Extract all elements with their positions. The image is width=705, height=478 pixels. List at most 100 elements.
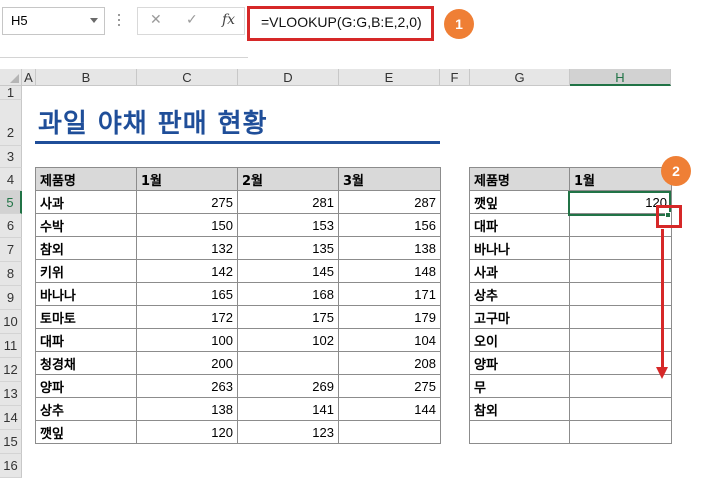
cancel-icon[interactable]: ✕ bbox=[150, 12, 162, 28]
row-header-3[interactable]: 3 bbox=[0, 146, 22, 168]
product-cell[interactable]: 무 bbox=[469, 374, 570, 398]
value-cell[interactable]: 145 bbox=[237, 259, 339, 283]
chevron-down-icon[interactable] bbox=[90, 18, 98, 23]
sheet-title[interactable]: 과일 야채 판매 현황 bbox=[38, 103, 268, 140]
value-cell[interactable] bbox=[569, 328, 672, 352]
row-header-14[interactable]: 14 bbox=[0, 406, 22, 430]
product-cell[interactable]: 깻잎 bbox=[35, 420, 137, 444]
value-cell[interactable]: 102 bbox=[237, 328, 339, 352]
value-cell[interactable]: 165 bbox=[136, 282, 238, 306]
product-cell[interactable]: 대파 bbox=[469, 213, 570, 237]
value-cell[interactable]: 179 bbox=[338, 305, 441, 329]
value-cell[interactable]: 275 bbox=[136, 190, 238, 214]
row-header-1[interactable]: 1 bbox=[0, 86, 22, 100]
formula-highlight[interactable]: =VLOOKUP(G:G,B:E,2,0) bbox=[247, 6, 434, 41]
product-cell[interactable]: 양파 bbox=[35, 374, 137, 398]
value-cell[interactable]: 200 bbox=[136, 351, 238, 375]
product-cell[interactable]: 수박 bbox=[35, 213, 137, 237]
column-header-f[interactable]: F bbox=[440, 69, 470, 86]
header-cell[interactable]: 3월 bbox=[338, 167, 441, 191]
header-cell[interactable]: 제품명 bbox=[469, 167, 570, 191]
product-cell[interactable]: 깻잎 bbox=[469, 190, 570, 214]
product-cell[interactable]: 참외 bbox=[35, 236, 137, 260]
row-header-4[interactable]: 4 bbox=[0, 168, 22, 191]
column-header-c[interactable]: C bbox=[137, 69, 238, 86]
value-cell[interactable] bbox=[569, 420, 672, 444]
value-cell[interactable]: 263 bbox=[136, 374, 238, 398]
row-header-15[interactable]: 15 bbox=[0, 430, 22, 454]
value-cell[interactable]: 281 bbox=[237, 190, 339, 214]
product-cell[interactable]: 대파 bbox=[35, 328, 137, 352]
value-cell[interactable]: 132 bbox=[136, 236, 238, 260]
product-cell[interactable]: 상추 bbox=[469, 282, 570, 306]
product-cell[interactable]: 오이 bbox=[469, 328, 570, 352]
column-header-d[interactable]: D bbox=[238, 69, 339, 86]
value-cell[interactable]: 138 bbox=[136, 397, 238, 421]
value-cell[interactable]: 175 bbox=[237, 305, 339, 329]
product-cell[interactable]: 사과 bbox=[469, 259, 570, 283]
product-cell[interactable]: 토마토 bbox=[35, 305, 137, 329]
column-header-b[interactable]: B bbox=[36, 69, 137, 86]
row-header-5[interactable]: 5 bbox=[0, 191, 22, 214]
value-cell[interactable] bbox=[569, 397, 672, 421]
product-cell[interactable]: 참외 bbox=[469, 397, 570, 421]
row-header-13[interactable]: 13 bbox=[0, 382, 22, 406]
value-cell[interactable]: 144 bbox=[338, 397, 441, 421]
header-cell[interactable]: 1월 bbox=[569, 167, 672, 191]
value-cell[interactable] bbox=[569, 305, 672, 329]
value-cell[interactable]: 287 bbox=[338, 190, 441, 214]
value-cell[interactable]: 171 bbox=[338, 282, 441, 306]
header-cell[interactable]: 2월 bbox=[237, 167, 339, 191]
value-cell[interactable] bbox=[569, 282, 672, 306]
value-cell[interactable]: 269 bbox=[237, 374, 339, 398]
value-cell[interactable]: 123 bbox=[237, 420, 339, 444]
product-cell[interactable]: 청경채 bbox=[35, 351, 137, 375]
product-cell[interactable]: 양파 bbox=[469, 351, 570, 375]
row-header-9[interactable]: 9 bbox=[0, 286, 22, 310]
column-header-g[interactable]: G bbox=[470, 69, 570, 86]
row-header-10[interactable]: 10 bbox=[0, 310, 22, 334]
product-cell[interactable]: 키위 bbox=[35, 259, 137, 283]
value-cell[interactable]: 100 bbox=[136, 328, 238, 352]
row-header-7[interactable]: 7 bbox=[0, 238, 22, 262]
product-cell[interactable]: 바나나 bbox=[35, 282, 137, 306]
product-cell[interactable] bbox=[469, 420, 570, 444]
row-header-8[interactable]: 8 bbox=[0, 262, 22, 286]
value-cell[interactable]: 153 bbox=[237, 213, 339, 237]
value-cell[interactable] bbox=[569, 236, 672, 260]
value-cell[interactable]: 275 bbox=[338, 374, 441, 398]
row-header-6[interactable]: 6 bbox=[0, 214, 22, 238]
row-header-12[interactable]: 12 bbox=[0, 358, 22, 382]
product-cell[interactable]: 고구마 bbox=[469, 305, 570, 329]
value-cell[interactable]: 135 bbox=[237, 236, 339, 260]
column-header-a[interactable]: A bbox=[22, 69, 36, 86]
value-cell[interactable]: 120 bbox=[136, 420, 238, 444]
value-cell[interactable]: 168 bbox=[237, 282, 339, 306]
header-cell[interactable]: 제품명 bbox=[35, 167, 137, 191]
value-cell[interactable] bbox=[338, 420, 441, 444]
fill-handle[interactable] bbox=[665, 212, 671, 218]
name-box[interactable]: H5 bbox=[2, 7, 105, 35]
value-cell[interactable]: 142 bbox=[136, 259, 238, 283]
value-cell[interactable]: 104 bbox=[338, 328, 441, 352]
value-cell[interactable]: 141 bbox=[237, 397, 339, 421]
select-all-corner[interactable] bbox=[0, 69, 22, 86]
column-header-h[interactable]: H bbox=[570, 69, 671, 86]
value-cell[interactable] bbox=[237, 351, 339, 375]
value-cell[interactable]: 208 bbox=[338, 351, 441, 375]
insert-function-icon[interactable]: fx bbox=[222, 12, 235, 28]
row-header-16[interactable]: 16 bbox=[0, 454, 22, 478]
enter-icon[interactable]: ✓ bbox=[186, 12, 198, 28]
value-cell[interactable]: 138 bbox=[338, 236, 441, 260]
value-cell[interactable] bbox=[569, 259, 672, 283]
product-cell[interactable]: 바나나 bbox=[469, 236, 570, 260]
value-cell[interactable]: 148 bbox=[338, 259, 441, 283]
row-header-2[interactable]: 2 bbox=[0, 100, 22, 146]
value-cell[interactable]: 172 bbox=[136, 305, 238, 329]
header-cell[interactable]: 1월 bbox=[136, 167, 238, 191]
value-cell[interactable]: 156 bbox=[338, 213, 441, 237]
column-header-e[interactable]: E bbox=[339, 69, 440, 86]
row-header-11[interactable]: 11 bbox=[0, 334, 22, 358]
product-cell[interactable]: 상추 bbox=[35, 397, 137, 421]
value-cell[interactable]: 150 bbox=[136, 213, 238, 237]
